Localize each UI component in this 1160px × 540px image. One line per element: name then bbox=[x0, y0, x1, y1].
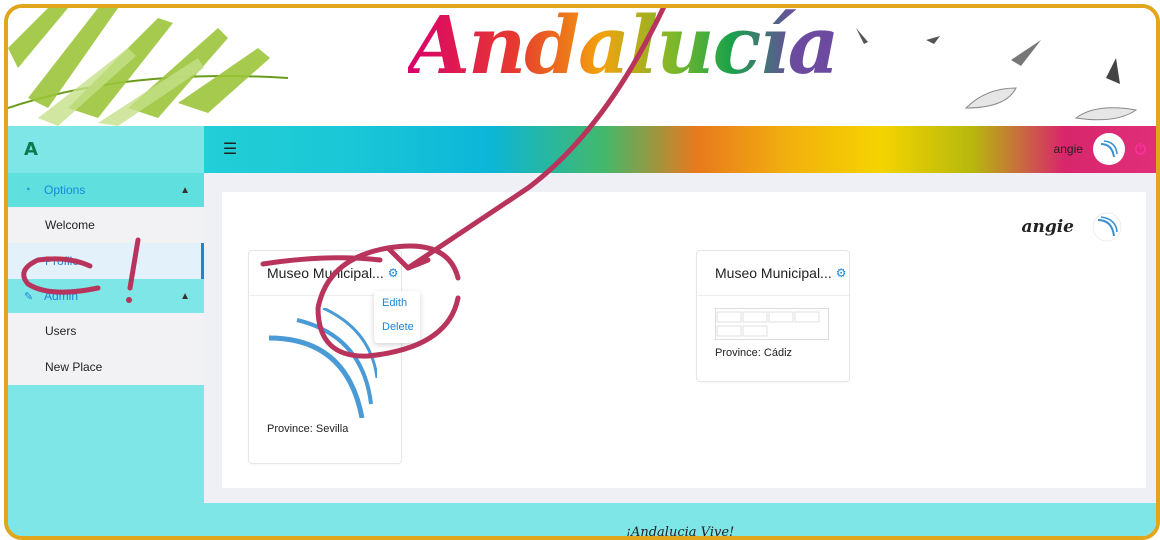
card-header: Museo Municipal... ⚙ bbox=[697, 251, 849, 296]
sidebar-item-label: Users bbox=[45, 324, 77, 338]
place-image bbox=[268, 306, 379, 419]
logout-icon[interactable]: ⏻ bbox=[1135, 141, 1146, 158]
sidebar-item-label: Profile bbox=[45, 254, 80, 268]
chevron-up-icon: ▲ bbox=[180, 290, 190, 302]
panel-user: angie bbox=[1021, 212, 1122, 242]
avatar[interactable] bbox=[1092, 133, 1125, 165]
seagulls-image bbox=[856, 28, 1138, 121]
palm-leaves-image bbox=[8, 8, 289, 126]
menu-toggle-icon[interactable]: ☰ bbox=[221, 140, 239, 158]
footer: ¡Andalucia Vive! bbox=[204, 503, 1156, 536]
card-actions-dropdown: Edith Delete bbox=[374, 291, 420, 343]
sidebar-item-profile[interactable]: Profile bbox=[8, 243, 204, 279]
delete-menu-item[interactable]: Delete bbox=[374, 315, 420, 339]
panel-user-name: angie bbox=[1021, 217, 1074, 237]
edit-menu-item[interactable]: Edith bbox=[374, 291, 420, 315]
banner: Andalucía bbox=[8, 8, 1156, 126]
app-frame: Andalucía A ☰ angie ⏻ ◔ Options ▲ Welcom… bbox=[4, 4, 1160, 540]
sidebar-group-options[interactable]: ◔ Options ▲ bbox=[8, 173, 204, 207]
card-header: Museo Municipal... ⚙ bbox=[249, 251, 401, 296]
sidebar-group-label: Options bbox=[44, 183, 86, 197]
card-body: Province: Cádiz bbox=[697, 296, 849, 371]
place-image bbox=[714, 307, 830, 341]
gear-icon[interactable]: ⚙ bbox=[388, 266, 399, 280]
sidebar-group-admin[interactable]: ✎ Admin ▲ bbox=[8, 279, 204, 313]
header-user-name[interactable]: angie bbox=[1054, 142, 1083, 156]
avatar-logo-icon bbox=[1092, 212, 1122, 242]
place-card: Museo Municipal... ⚙ Province: Sevilla bbox=[248, 250, 402, 464]
avatar-logo-icon bbox=[1100, 140, 1118, 158]
card-title[interactable]: Museo Municipal... bbox=[267, 265, 384, 281]
sidebar-item-users[interactable]: Users bbox=[8, 313, 204, 349]
sidebar-item-label: Welcome bbox=[45, 218, 95, 232]
gear-icon[interactable]: ⚙ bbox=[836, 266, 847, 280]
card-province: Province: Cádiz bbox=[715, 347, 793, 359]
footer-left bbox=[8, 503, 204, 536]
content-panel: angie Museo Municipal... ⚙ Province: Sev… bbox=[222, 192, 1146, 488]
edit-icon: ✎ bbox=[24, 290, 34, 303]
andalucia-logo: Andalucía bbox=[408, 8, 839, 92]
sidebar-item-welcome[interactable]: Welcome bbox=[8, 207, 204, 243]
place-card: Museo Municipal... ⚙ Province: Cádiz bbox=[696, 250, 850, 382]
sidebar: ◔ Options ▲ Welcome Profile ✎ Admin ▲ Us… bbox=[8, 173, 204, 536]
sidebar-item-new-place[interactable]: New Place bbox=[8, 349, 204, 385]
dashboard-icon: ◔ bbox=[24, 184, 31, 196]
card-province: Province: Sevilla bbox=[267, 423, 349, 435]
brand-area: A bbox=[8, 126, 204, 173]
chevron-up-icon: ▲ bbox=[180, 184, 190, 196]
sidebar-group-label: Admin bbox=[44, 289, 79, 303]
main-content: angie Museo Municipal... ⚙ Province: Sev… bbox=[204, 173, 1156, 503]
card-title[interactable]: Museo Municipal... bbox=[715, 265, 832, 281]
sidebar-item-label: New Place bbox=[45, 360, 103, 374]
brand-logo[interactable]: A bbox=[24, 139, 38, 160]
user-area: angie ⏻ bbox=[1054, 132, 1146, 166]
